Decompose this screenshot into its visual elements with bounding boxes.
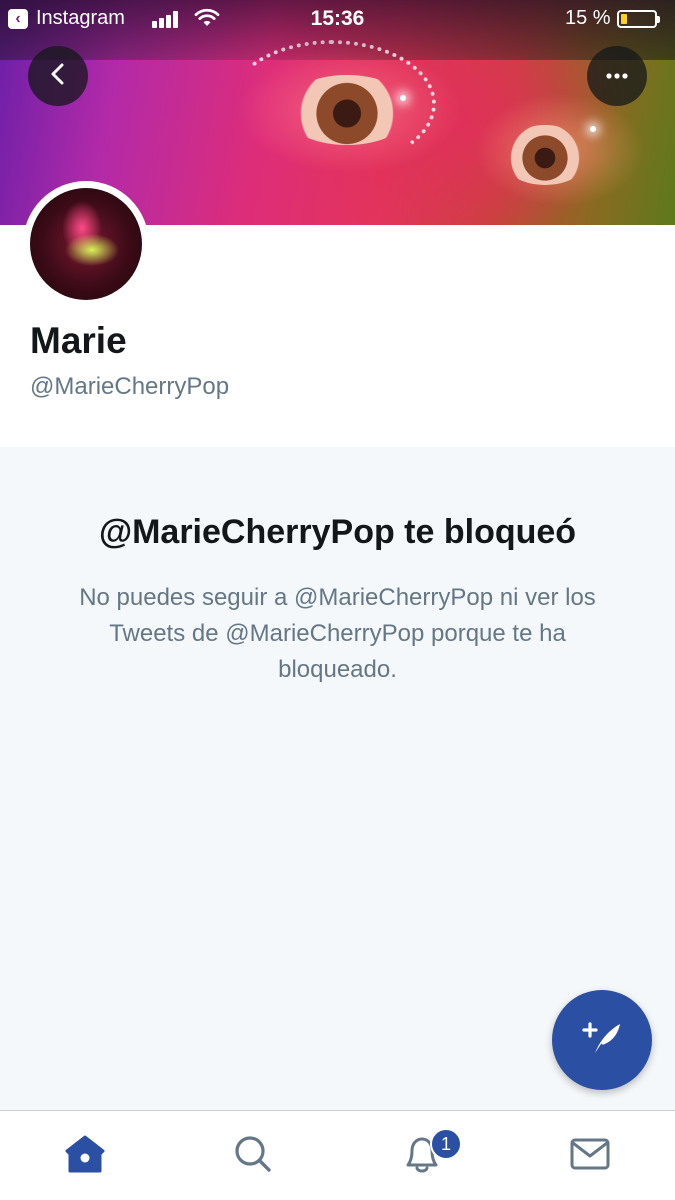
battery-icon — [617, 10, 660, 28]
chevron-left-icon — [47, 61, 69, 92]
avatar-frame — [23, 181, 149, 307]
banner-sparkle — [400, 95, 406, 101]
profile-header: Marie @MarieCherryPop — [0, 181, 675, 447]
profile-handle: @MarieCherryPop — [30, 373, 230, 400]
avatar[interactable] — [30, 188, 142, 300]
battery-level-fill — [621, 14, 627, 24]
home-icon — [64, 1134, 106, 1179]
tab-search[interactable] — [228, 1131, 278, 1181]
profile-name: Marie — [30, 320, 127, 361]
tab-home[interactable] — [60, 1131, 110, 1181]
search-icon — [233, 1134, 273, 1179]
banner-eye-right — [500, 125, 590, 185]
more-options-button[interactable] — [587, 46, 647, 106]
more-horizontal-icon — [605, 67, 629, 85]
blocked-title: @MarieCherryPop te bloqueó — [98, 513, 577, 551]
bottom-tab-bar: 1 — [0, 1110, 675, 1200]
notification-count-badge: 1 — [430, 1128, 462, 1160]
compose-tweet-icon — [578, 1014, 626, 1067]
back-button[interactable] — [28, 46, 88, 106]
mail-icon — [569, 1136, 611, 1177]
tab-messages[interactable] — [565, 1131, 615, 1181]
banner-eye-left — [282, 75, 412, 145]
compose-tweet-button[interactable] — [552, 990, 652, 1090]
battery-percentage: 15 % — [565, 7, 611, 29]
banner-sparkle — [590, 126, 596, 132]
blocked-message: No puedes seguir a @MarieCherryPop ni ve… — [79, 584, 596, 683]
status-bar: ‹ Instagram 15:36 15 % — [0, 0, 675, 40]
